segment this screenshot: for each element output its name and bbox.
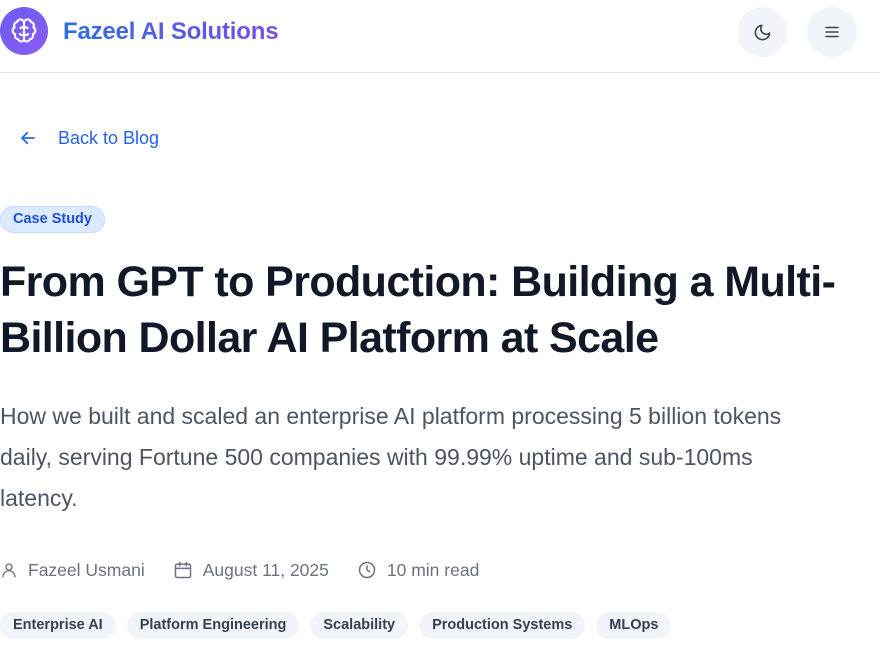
author-meta: Fazeel Usmani <box>0 560 145 581</box>
read-time-meta: 10 min read <box>357 560 479 581</box>
user-icon <box>2 563 16 578</box>
back-link-label: Back to Blog <box>58 127 160 148</box>
brain-icon <box>11 18 37 43</box>
arrow-left-icon <box>21 131 35 145</box>
back-to-blog-link[interactable]: Back to Blog <box>19 125 159 151</box>
tag-scalability[interactable]: Scalability <box>310 612 409 639</box>
read-time: 10 min read <box>386 559 480 580</box>
brand-name[interactable]: Fazeel AI Solutions <box>63 16 279 48</box>
tag-production-systems[interactable]: Production Systems <box>419 612 586 639</box>
category-badge: Case Study <box>0 206 105 233</box>
date-meta: August 11, 2025 <box>173 560 329 581</box>
clock-icon <box>358 561 376 579</box>
moon-icon <box>754 24 770 40</box>
article-meta: Fazeel Usmani August 11, 2025 10 min rea… <box>0 556 507 584</box>
tag-enterprise-ai[interactable]: Enterprise AI <box>0 612 116 639</box>
tag-platform-engineering[interactable]: Platform Engineering <box>126 612 300 639</box>
article-title: From GPT to Production: Building a Multi… <box>0 258 836 362</box>
logo[interactable] <box>0 7 48 55</box>
tag-mlops[interactable]: MLOps <box>596 612 672 639</box>
theme-toggle-button[interactable] <box>737 7 787 57</box>
article-summary: How we built and scaled an enterprise AI… <box>0 403 782 511</box>
menu-icon <box>825 26 839 38</box>
tag-list: Enterprise AI Platform Engineering Scala… <box>0 612 682 639</box>
site-header: Fazeel AI Solutions <box>0 0 880 73</box>
menu-button[interactable] <box>807 7 857 57</box>
author-name: Fazeel Usmani <box>28 559 145 580</box>
publish-date: August 11, 2025 <box>202 559 329 580</box>
calendar-icon <box>174 561 191 579</box>
